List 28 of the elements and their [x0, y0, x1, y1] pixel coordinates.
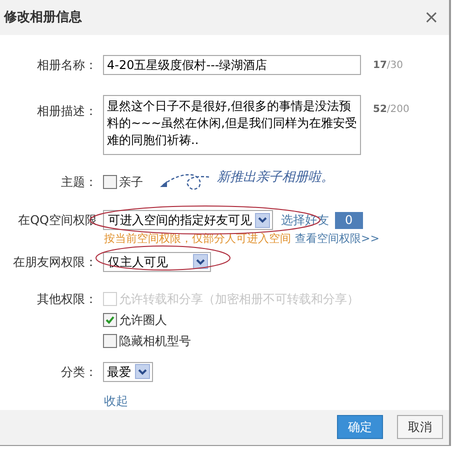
album-name-field[interactable]: 4-20五星级度假村---绿湖酒店	[103, 55, 361, 76]
field-label: 分类：	[60, 364, 97, 381]
friend-count-badge: 0	[335, 212, 363, 229]
checkbox-label: 亲子	[119, 174, 143, 192]
close-button[interactable]: ×	[424, 8, 439, 27]
field-label: 其他权限：	[36, 290, 97, 308]
checkbox[interactable]	[103, 312, 117, 327]
checkbox-label: 隐藏相机型号	[119, 332, 191, 350]
field-label: 相册名称：	[36, 57, 97, 74]
field-label: 在朋友网权限：	[12, 254, 97, 271]
friend-permission-select[interactable]: 仅主人可见	[103, 252, 211, 272]
view-permission-link[interactable]: 查看空间权限>>	[295, 231, 380, 248]
checkbox-label: 允许转载和分享（加密相册不可转载和分享）	[119, 290, 359, 308]
album-description-field[interactable]: 显然这个日子不是很好,但很多的事情是没法预料的~~~虽然在休闲,但是我们同样为在雅安受难的同胞们祈祷..	[103, 95, 361, 156]
char-counter: 52/200	[373, 103, 410, 118]
char-counter: 17/30	[373, 58, 404, 73]
qq-permission-select[interactable]: 可进入空间的指定好友可见	[103, 210, 273, 230]
field-label: 相册描述：	[36, 103, 97, 120]
cancel-button[interactable]: 取消	[397, 415, 443, 440]
field-label: 主题：	[60, 174, 97, 192]
check-icon	[105, 314, 115, 325]
category-select[interactable]: 最爱	[103, 362, 153, 382]
checkbox-label: 允许圈人	[119, 312, 167, 329]
checkbox[interactable]	[103, 334, 117, 348]
dialog-title: 修改相册信息	[4, 8, 82, 27]
handwritten-note: 新推出亲子相册啦。	[217, 168, 334, 186]
collapse-link[interactable]: 收起	[104, 392, 128, 410]
checkbox[interactable]	[103, 175, 117, 190]
